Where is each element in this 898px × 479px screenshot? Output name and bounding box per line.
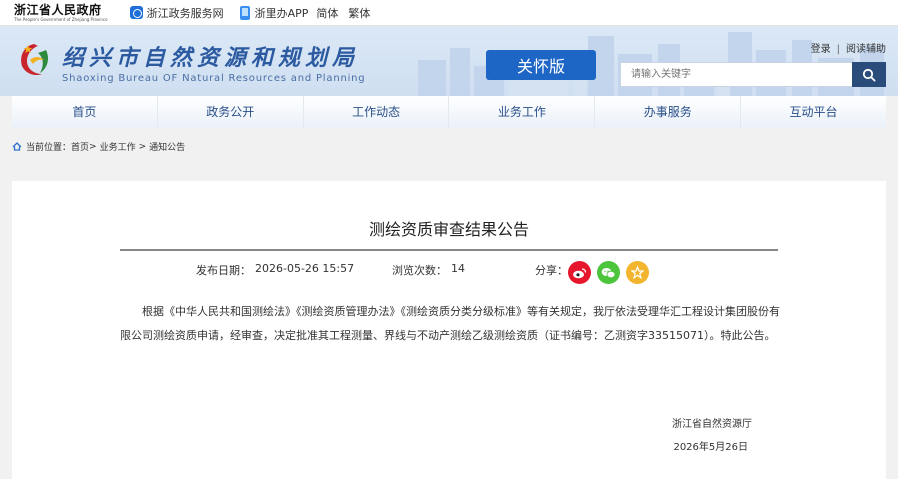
nav-item-interaction[interactable]: 互动平台 (741, 96, 886, 128)
title-divider (120, 249, 778, 251)
header-right-links: 登录 | 阅读辅助 (811, 40, 886, 55)
province-government-name: 浙江省人民政府 (14, 2, 102, 17)
home-icon (12, 142, 22, 151)
bureau-logo-icon[interactable] (16, 40, 52, 80)
care-version-button[interactable]: 关怀版 (486, 50, 596, 80)
phone-icon (239, 5, 250, 20)
breadcrumb-notice-link[interactable]: 通知公告 (149, 140, 185, 153)
link-separator: | (836, 44, 840, 55)
zlb-app-label: 浙里办APP (254, 6, 309, 20)
nav-item-work-news[interactable]: 工作动态 (303, 96, 450, 128)
zlb-app-link[interactable]: 浙里办APP (239, 5, 309, 21)
signature-date: 2026年5月26日 (673, 442, 748, 453)
favorite-share-icon[interactable] (626, 261, 649, 284)
breadcrumb: 当前位置： 首页 > 业务工作 > 通知公告 (12, 140, 185, 153)
share-label: 分享： (535, 264, 568, 277)
zjzwfw-link[interactable]: 浙江政务服务网 (129, 5, 224, 21)
search-input[interactable] (620, 62, 852, 87)
top-bar: 浙江省人民政府 The People's Government of Zheji… (0, 0, 898, 26)
province-government-logo[interactable]: 浙江省人民政府 The People's Government of Zheji… (14, 4, 108, 22)
search-box (620, 62, 886, 87)
publish-date-label: 发布日期： (196, 264, 251, 277)
nav-item-business[interactable]: 业务工作 (449, 96, 596, 128)
publish-date-value: 2026-05-26 15:57 (255, 262, 355, 275)
weibo-share-icon[interactable] (568, 261, 591, 284)
login-link[interactable]: 登录 (811, 44, 831, 55)
article-title: 测绘资质审查结果公告 (368, 220, 529, 239)
nav-item-gov-info[interactable]: 政务公开 (157, 96, 304, 128)
signature-org: 浙江省自然资源厅 (672, 419, 752, 430)
article-body: 根据《中华人民共和国测绘法》《测绘资质管理办法》《测绘资质分类分级标准》等有关规… (120, 305, 780, 342)
breadcrumb-business-link[interactable]: 业务工作 (100, 140, 136, 153)
search-icon (862, 68, 876, 82)
zjzwfw-label: 浙江政务服务网 (146, 6, 224, 20)
breadcrumb-prefix: 当前位置： (26, 143, 72, 153)
site-header: 绍兴市自然资源和规划局 Shaoxing Bureau OF Natural R… (0, 26, 898, 96)
views-count: 14 (451, 262, 465, 275)
nav-item-home[interactable]: 首页 (12, 96, 158, 128)
lang-traditional-link[interactable]: 繁体 (348, 5, 370, 21)
weibo-icon (573, 267, 587, 278)
breadcrumb-separator: > (89, 141, 97, 152)
nav-item-services[interactable]: 办事服务 (595, 96, 742, 128)
province-government-name-en: The People's Government of Zhejiang Prov… (14, 16, 108, 22)
zjzwfw-icon (129, 6, 143, 19)
star-icon (631, 266, 644, 279)
wechat-share-icon[interactable] (597, 261, 620, 284)
search-button[interactable] (852, 62, 886, 87)
views-label: 浏览次数： (392, 264, 447, 277)
wechat-icon (601, 267, 616, 278)
bureau-name: 绍兴市自然资源和规划局 (62, 45, 360, 71)
article-card: 测绘资质审查结果公告 发布日期： 2026-05-26 15:57 浏览次数： … (12, 181, 886, 479)
breadcrumb-separator: > (138, 141, 147, 152)
reading-aid-link[interactable]: 阅读辅助 (846, 44, 886, 55)
bureau-name-en: Shaoxing Bureau OF Natural Resources and… (62, 73, 366, 84)
lang-simplified-link[interactable]: 简体 (316, 5, 338, 21)
main-nav: 首页 政务公开 工作动态 业务工作 办事服务 互动平台 (12, 96, 886, 128)
breadcrumb-home-link[interactable]: 首页 (71, 140, 89, 153)
